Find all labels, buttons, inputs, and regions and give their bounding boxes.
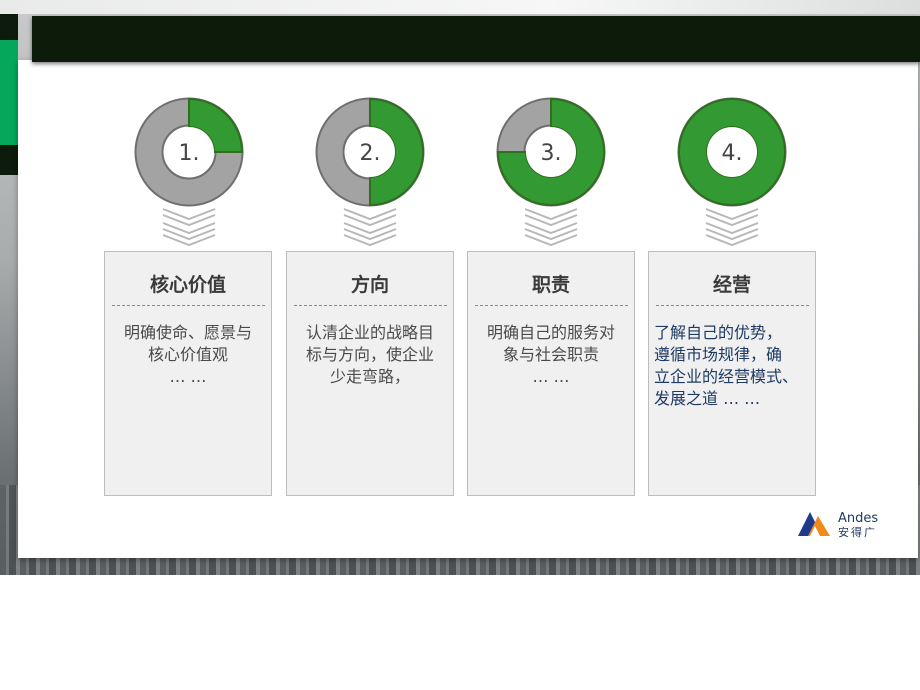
card-body: 了解自己的优势， 遵循市场规律，确 立企业的经营模式、 发展之道 … … <box>654 323 799 408</box>
logo-text: Andes 安得广 <box>838 512 878 540</box>
progress-ring-4: 4. <box>677 97 787 207</box>
card-operation: 经营 了解自己的优势， 遵循市场规律，确 立企业的经营模式、 发展之道 … … <box>648 251 816 496</box>
card-body: 认清企业的战略目 标与方向，使企业 少走弯路， <box>305 323 434 386</box>
card-direction: 方向 认清企业的战略目 标与方向，使企业 少走弯路， <box>286 251 454 496</box>
left-dark-strip-lower <box>0 145 18 175</box>
logo-name-cn: 安得广 <box>838 526 877 539</box>
card-heading: 经营 <box>712 274 751 296</box>
chevron-down-icon <box>524 208 578 247</box>
progress-ring-3: 3. <box>496 97 606 207</box>
card-responsibility: 职责 明确自己的服务对 象与社会职责 … … <box>467 251 635 496</box>
dashed-divider <box>294 305 447 306</box>
chevron-down-icon <box>162 208 216 247</box>
step-number-4: 4. <box>722 141 743 166</box>
card-body: 明确自己的服务对 象与社会职责 … … <box>486 323 615 386</box>
top-light-band <box>0 0 920 14</box>
left-green-strip <box>0 40 18 145</box>
progress-ring-1: 1. <box>134 97 244 207</box>
progress-ring-2: 2. <box>315 97 425 207</box>
step-number-2: 2. <box>360 141 381 166</box>
step-number-3: 3. <box>541 141 562 166</box>
step-number-1: 1. <box>179 141 200 166</box>
dashed-divider <box>475 305 628 306</box>
andes-logo-icon <box>798 512 830 536</box>
logo-name-en: Andes <box>838 511 879 526</box>
chevron-down-icon <box>343 208 397 247</box>
card-heading: 核心价值 <box>149 274 226 296</box>
dashed-divider <box>656 305 809 306</box>
card-core-values: 核心价值 明确使命、愿景与 核心价值观 … … <box>104 251 272 496</box>
chevron-down-icon <box>705 208 759 247</box>
card-heading: 职责 <box>531 274 570 296</box>
card-body: 明确使命、愿景与 核心价值观 … … <box>123 323 252 386</box>
andes-logo: Andes 安得广 <box>786 498 898 554</box>
card-heading: 方向 <box>350 274 389 296</box>
left-dark-strip <box>0 14 18 40</box>
dashed-divider <box>112 305 265 306</box>
title-bar <box>32 16 920 62</box>
